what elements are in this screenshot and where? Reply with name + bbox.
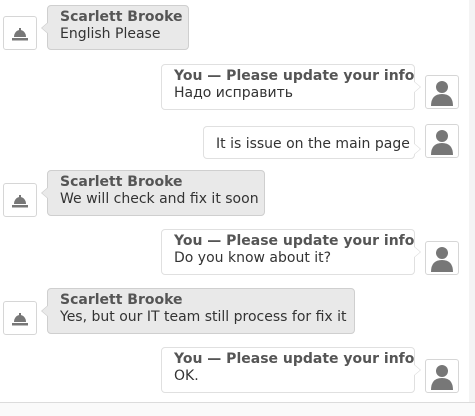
message-input-area[interactable] — [0, 402, 475, 416]
bell-icon — [12, 195, 28, 208]
user-avatar — [425, 359, 459, 393]
sender-name: Scarlett Brooke — [60, 292, 183, 308]
agent-avatar — [3, 183, 37, 217]
bell-icon — [12, 313, 28, 326]
message-bubble: It is issue on the main page — [203, 126, 421, 159]
user-icon — [431, 247, 453, 272]
message-bubble: Scarlett Brooke English Please — [41, 5, 189, 50]
sender-name: You — Please update your info — [174, 68, 415, 84]
message-text: Do you know about it? — [174, 250, 332, 266]
message-bubble: Scarlett Brooke We will check and fix it… — [41, 170, 265, 216]
sender-name: You — Please update your info — [174, 351, 415, 367]
sender-name: Scarlett Brooke — [60, 174, 183, 190]
message-text: Yes, but our IT team still process for f… — [60, 309, 347, 325]
message-text: It is issue on the main page — [216, 136, 410, 152]
agent-avatar — [3, 16, 37, 50]
message-text: Надо исправить — [174, 85, 293, 101]
agent-avatar — [3, 301, 37, 335]
user-avatar — [425, 75, 459, 109]
user-icon — [431, 365, 453, 390]
user-icon — [431, 81, 453, 106]
message-bubble: You — Please update your info Do you kno… — [161, 229, 421, 275]
message-bubble: Scarlett Brooke Yes, but our IT team sti… — [41, 288, 355, 334]
user-avatar — [425, 241, 459, 275]
bell-icon — [12, 28, 28, 41]
sender-name: You — Please update your info — [174, 233, 415, 249]
message-text: English Please — [60, 26, 161, 42]
user-icon — [431, 130, 453, 155]
sender-name: Scarlett Brooke — [60, 9, 183, 25]
chat-scrollbar[interactable] — [469, 0, 475, 402]
user-avatar — [425, 124, 459, 158]
message-bubble: You — Please update your info Надо испра… — [161, 64, 421, 110]
message-text: OK. — [174, 368, 199, 384]
message-bubble: You — Please update your info OK. — [161, 347, 421, 393]
message-text: We will check and fix it soon — [60, 191, 259, 207]
